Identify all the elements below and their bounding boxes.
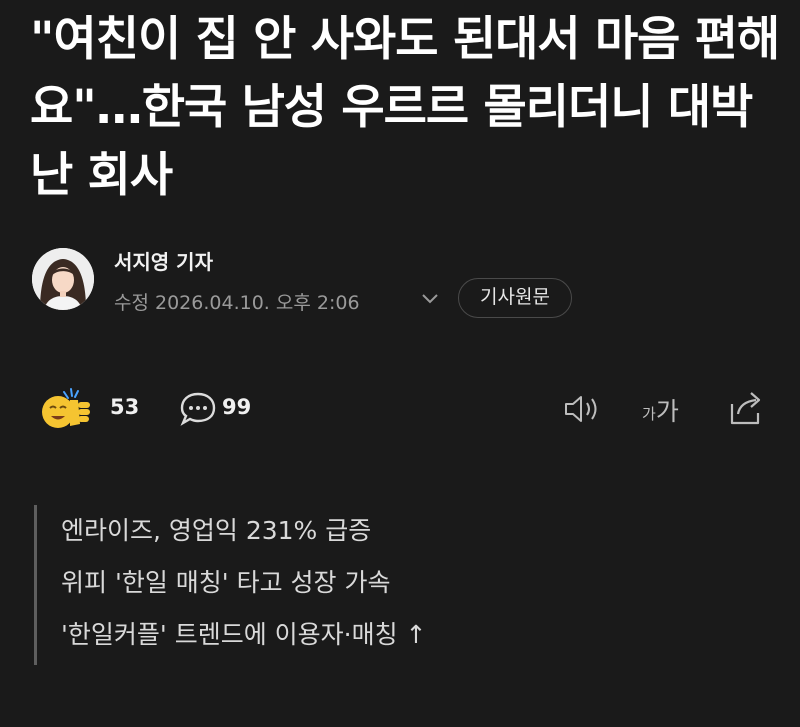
article-headline: "여친이 집 안 사와도 된대서 마음 편해요"…한국 남성 우르르 몰리더니 … xyxy=(30,12,780,203)
action-bar: 53 99 가가 xyxy=(0,380,800,440)
like-count: 53 xyxy=(110,395,140,419)
timestamp[interactable]: 수정 2026.04.10. 오후 2:06 xyxy=(114,288,360,315)
share-icon[interactable] xyxy=(724,388,768,428)
summary-line: '한일커플' 트렌드에 이용자·매칭 ↑ xyxy=(61,620,427,649)
chevron-down-icon[interactable] xyxy=(420,292,440,306)
speaker-icon[interactable] xyxy=(561,392,605,426)
byline: 서지영 기자 수정 2026.04.10. 오후 2:06 기사원문 xyxy=(30,244,770,318)
original-article-button[interactable]: 기사원문 xyxy=(458,278,572,318)
comment-count: 99 xyxy=(222,395,252,419)
speech-bubble-icon[interactable] xyxy=(178,390,218,428)
font-size-large-label: 가 xyxy=(655,397,679,426)
text-size-icon[interactable]: 가가 xyxy=(642,392,694,428)
summary-line: 엔라이즈, 영업익 231% 급증 xyxy=(61,516,372,545)
clapping-emoji-icon[interactable] xyxy=(36,386,104,432)
summary-line: 위피 '한일 매칭' 타고 성장 가속 xyxy=(61,568,391,597)
reporter-name[interactable]: 서지영 기자 xyxy=(114,246,213,275)
reporter-avatar[interactable] xyxy=(32,248,94,310)
article-summary: 엔라이즈, 영업익 231% 급증 위피 '한일 매칭' 타고 성장 가속 '한… xyxy=(34,505,774,665)
font-size-small-label: 가 xyxy=(642,405,656,423)
